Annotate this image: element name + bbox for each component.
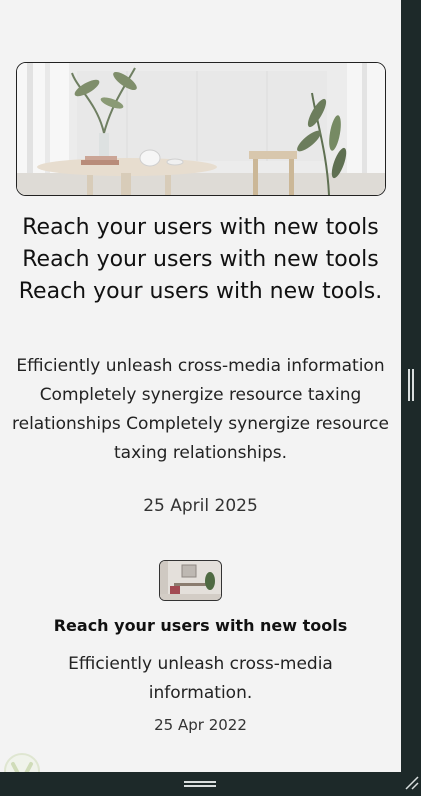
resize-corner-icon[interactable] — [403, 774, 419, 790]
vertical-grip-icon[interactable] — [408, 369, 414, 401]
featured-summary: Efficiently unleash cross-media informat… — [12, 356, 389, 463]
watermark-logo-icon — [2, 751, 42, 772]
card-summary: Efficiently unleash cross-media informat… — [68, 654, 333, 703]
featured-title[interactable]: Reach your users with new tools Reach yo… — [10, 212, 391, 308]
featured-date: 25 April 2025 — [143, 496, 258, 516]
featured-image[interactable] — [16, 62, 386, 196]
page-viewport: Reach your users with new tools Reach yo… — [0, 0, 401, 772]
card-date: 25 Apr 2022 — [154, 716, 247, 734]
horizontal-grip-icon[interactable] — [184, 781, 216, 787]
card-title[interactable]: Reach your users with new tools — [0, 614, 401, 638]
card-thumbnail[interactable] — [159, 560, 222, 601]
